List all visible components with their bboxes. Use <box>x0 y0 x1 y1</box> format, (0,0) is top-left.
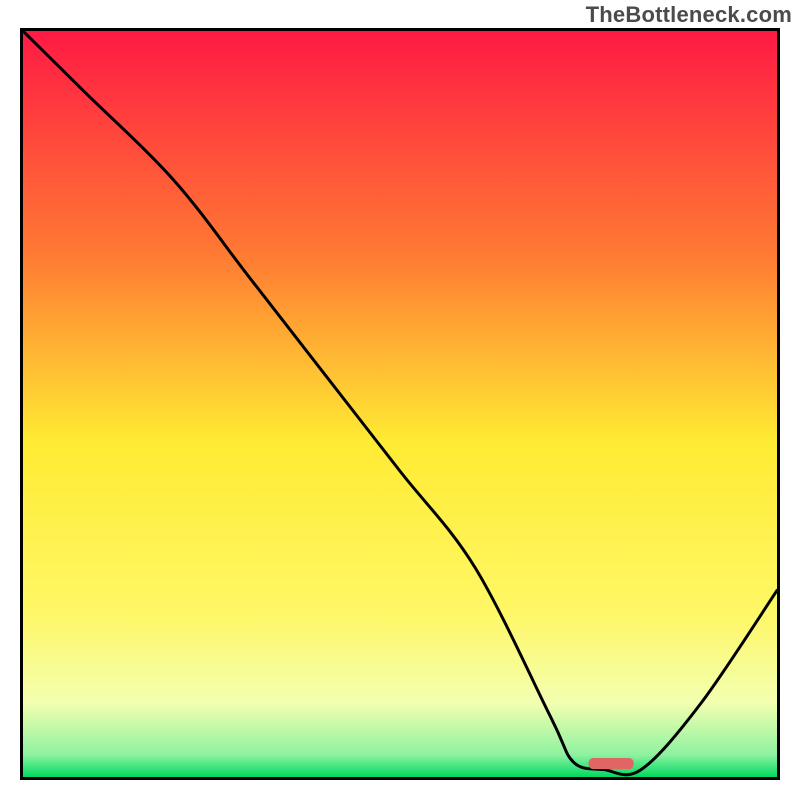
plot-area <box>20 28 780 780</box>
optimal-marker <box>589 758 634 769</box>
chart-svg <box>23 31 777 777</box>
attribution-text: TheBottleneck.com <box>586 2 792 28</box>
chart-frame: TheBottleneck.com <box>0 0 800 800</box>
